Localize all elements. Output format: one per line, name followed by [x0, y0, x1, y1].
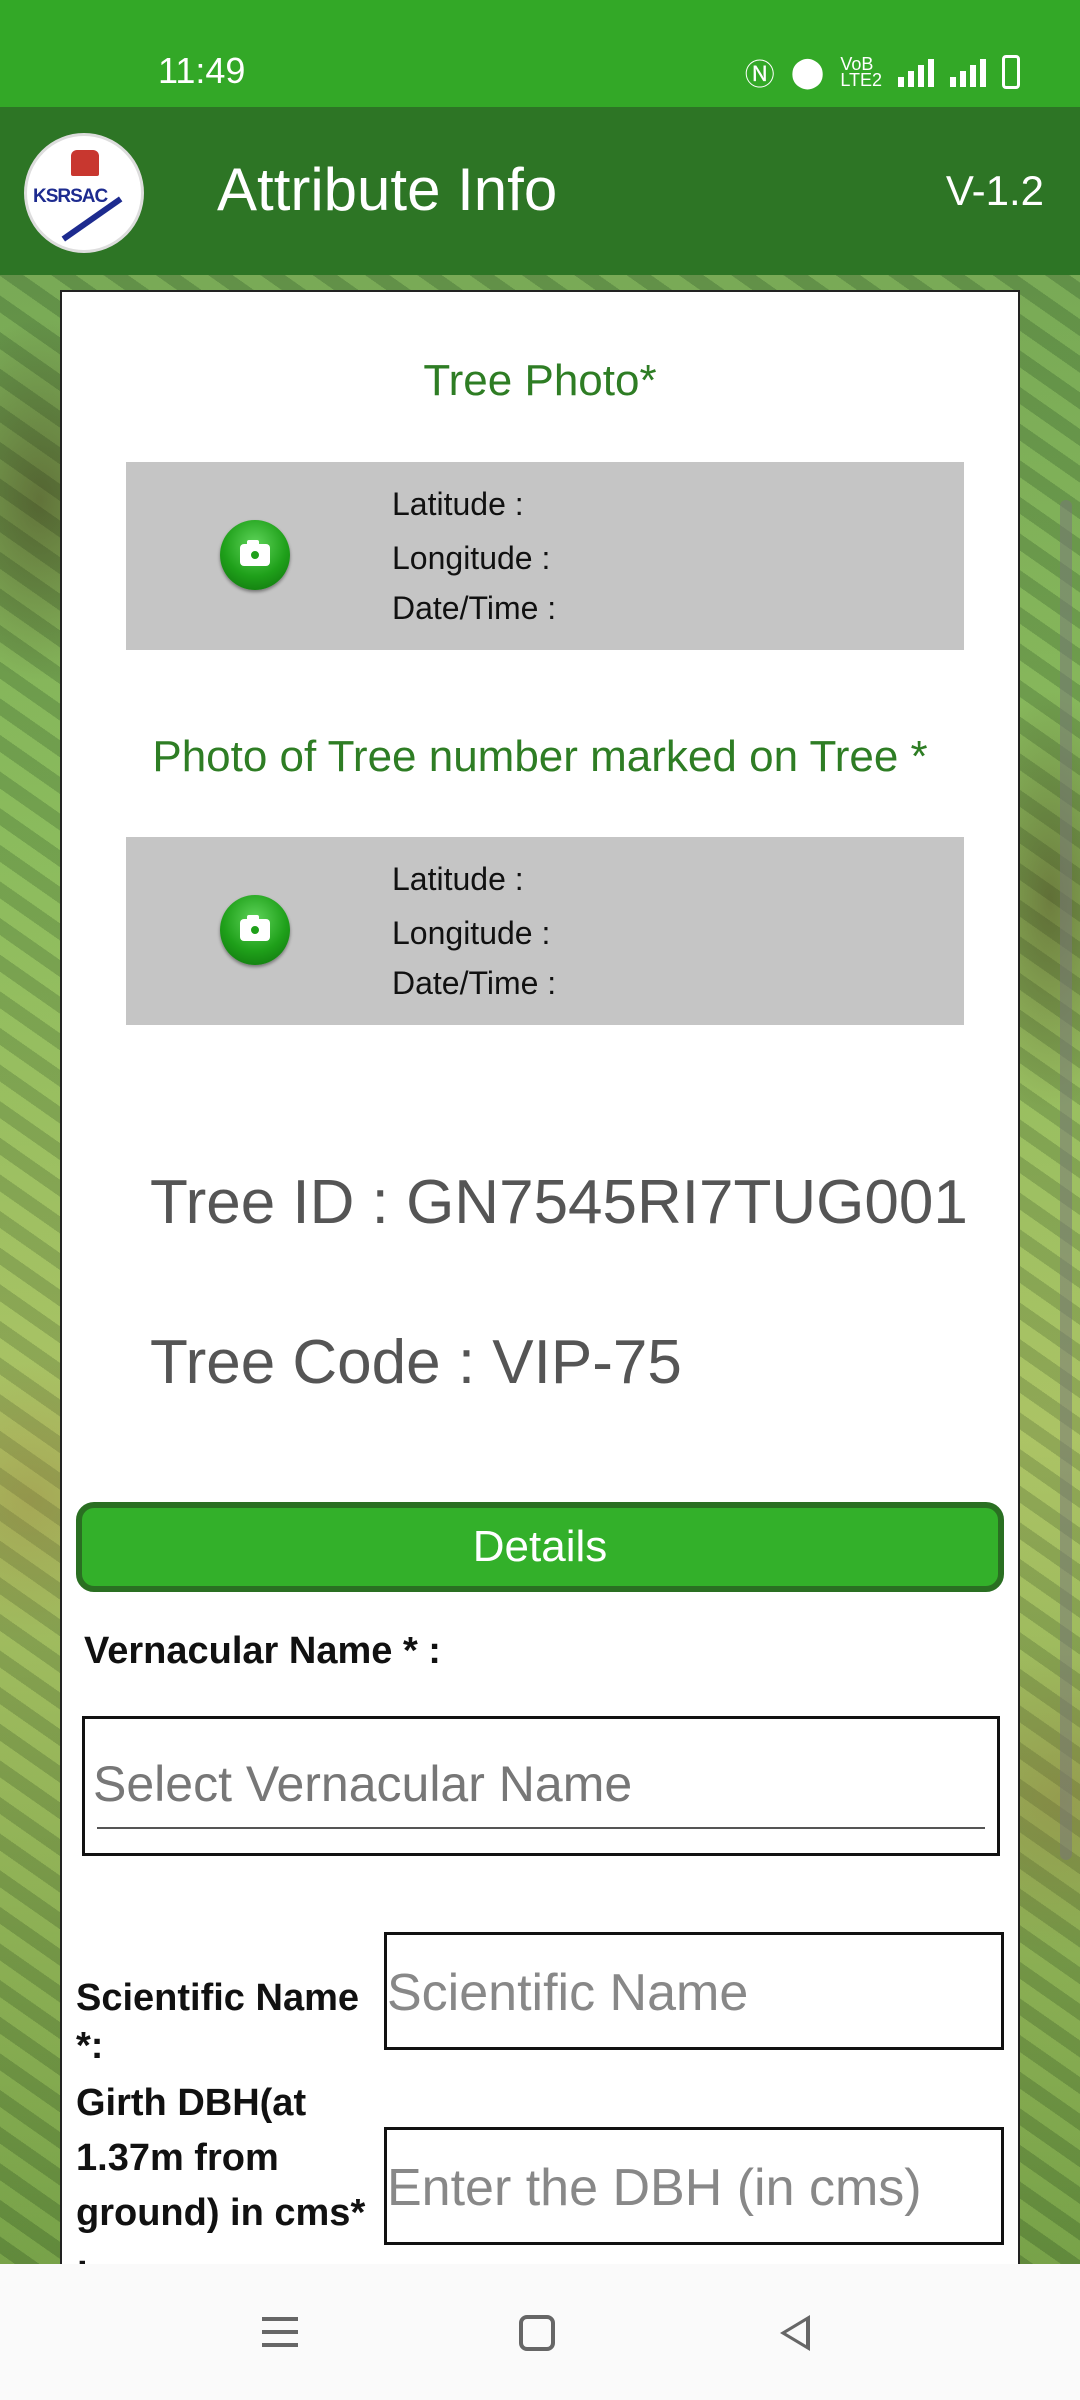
app-bar: KSRSAC Attribute Info V-1.2 — [0, 107, 1080, 275]
scientific-name-placeholder: Scientific Name — [387, 1964, 749, 2022]
status-time: 11:49 — [158, 50, 246, 91]
emblem-icon — [71, 150, 99, 176]
tree-photo-datetime: Date/Time : — [392, 590, 557, 626]
tree-number-photo-label: Photo of Tree number marked on Tree * — [152, 732, 928, 781]
vernacular-name-placeholder: Select Vernacular Name — [93, 1756, 633, 1812]
select-underline — [97, 1827, 985, 1829]
details-header: Details — [76, 1502, 1004, 1592]
signal-icon — [950, 57, 986, 87]
location-icon: ⬤ — [790, 55, 825, 89]
battery-icon — [1002, 55, 1020, 89]
tree-number-camera-button[interactable] — [220, 895, 290, 965]
tree-photo-longitude: Longitude : — [392, 540, 551, 576]
tree-photo-panel: Latitude : Longitude : Date/Time : — [126, 462, 964, 650]
attribute-form-card: Tree Photo* Latitude : Longitude : Date/… — [60, 290, 1020, 2270]
status-bar: 11:49 Ⓝ ⬤ VoB LTE2 — [0, 0, 1080, 107]
tree-photo-label: Tree Photo* — [423, 356, 657, 405]
tree-number-datetime: Date/Time : — [392, 965, 557, 1001]
girth-dbh-input[interactable]: Enter the DBH (in cms) — [384, 2127, 1004, 2245]
5g-signal-icon — [898, 57, 934, 87]
page-title: Attribute Info — [217, 156, 558, 223]
status-icons: Ⓝ ⬤ VoB LTE2 — [745, 50, 1020, 94]
tree-number-latitude: Latitude : — [392, 861, 524, 897]
girth-dbh-label: Girth DBH(at 1.37m from ground) in cms* … — [76, 2082, 366, 2270]
tree-number-photo-panel: Latitude : Longitude : Date/Time : — [126, 837, 964, 1025]
back-button[interactable] — [770, 2308, 820, 2358]
girth-dbh-placeholder: Enter the DBH (in cms) — [387, 2159, 922, 2217]
home-icon — [519, 2315, 555, 2351]
vernacular-name-label: Vernacular Name * : — [84, 1630, 441, 1672]
tree-number-longitude: Longitude : — [392, 915, 551, 951]
tree-photo-latitude: Latitude : — [392, 486, 524, 522]
scientific-name-input[interactable]: Scientific Name — [384, 1932, 1004, 2050]
vernacular-name-select[interactable]: Select Vernacular Name — [82, 1716, 1000, 1856]
app-version: V-1.2 — [945, 167, 1044, 214]
system-nav-bar — [0, 2264, 1080, 2400]
back-icon — [780, 2315, 810, 2351]
scrollbar[interactable] — [1060, 500, 1072, 1860]
logo-text: KSRSAC — [33, 186, 108, 207]
recent-apps-icon[interactable] — [255, 2308, 305, 2358]
tree-id: Tree ID : GN7545RI7TUG001 — [150, 1168, 968, 1237]
home-button[interactable] — [512, 2308, 562, 2358]
volte-icon: VoB LTE2 — [840, 54, 882, 90]
nfc-icon: Ⓝ — [744, 59, 775, 92]
ksrsac-logo: KSRSAC — [24, 133, 144, 253]
tree-code: Tree Code : VIP-75 — [150, 1328, 682, 1397]
tree-photo-camera-button[interactable] — [220, 520, 290, 590]
scientific-name-label: Scientific Name *: — [76, 1977, 359, 2067]
